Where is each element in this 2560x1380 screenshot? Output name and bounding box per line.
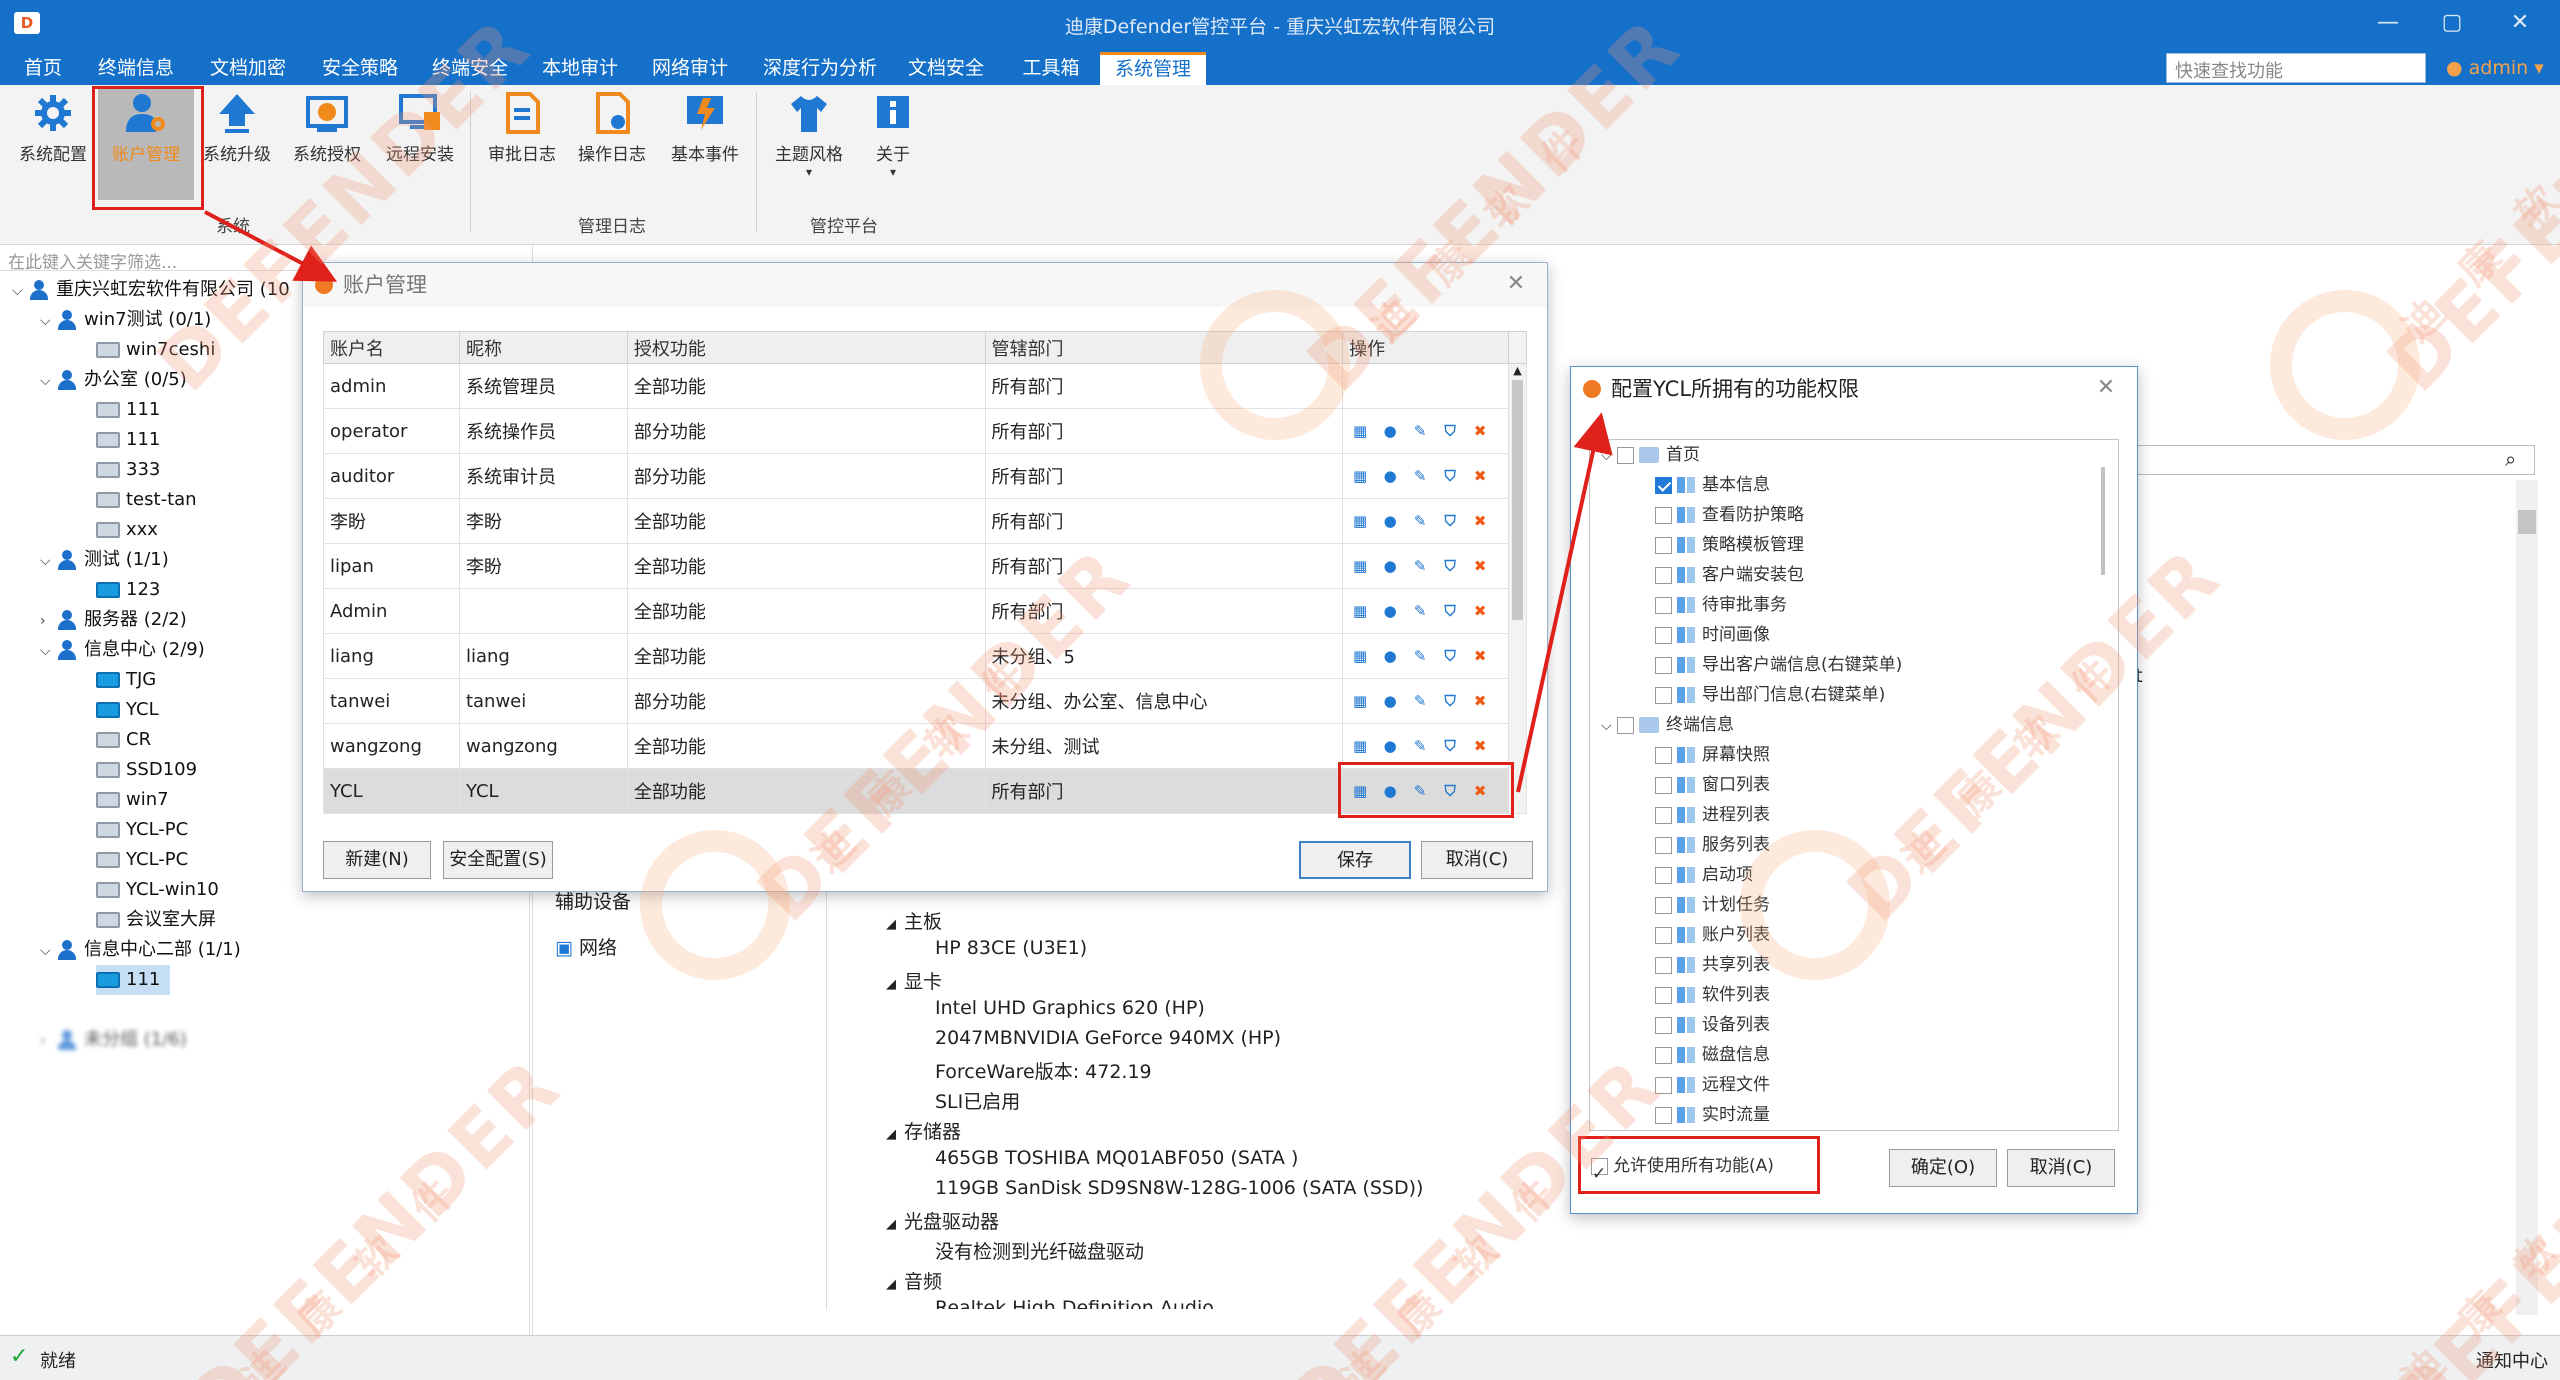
arrow-to-permission-dialog — [1516, 412, 1613, 793]
arrow-to-account-dialog — [204, 210, 338, 282]
annotation-arrows — [204, 210, 1613, 793]
